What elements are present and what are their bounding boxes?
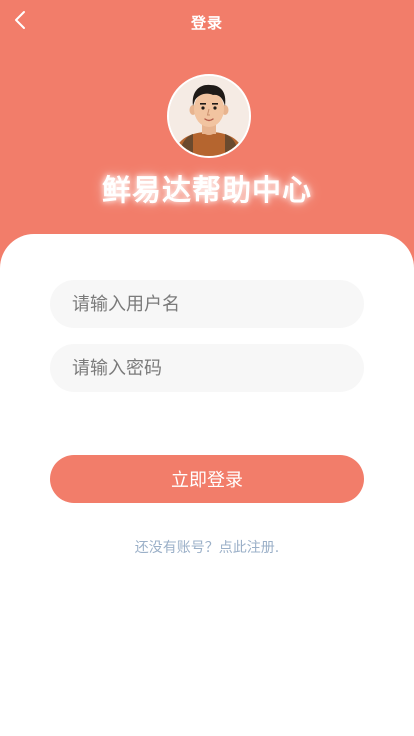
password-input[interactable] xyxy=(50,344,364,392)
login-page: 登录 鲜易达帮助中心 请输入用户名 立即登录 还没有账号？点此注册. xyxy=(0,0,414,736)
user-avatar-icon xyxy=(169,76,249,156)
username-input[interactable] xyxy=(50,280,364,328)
nav-bar: 登录 xyxy=(0,0,414,44)
login-button[interactable]: 立即登录 xyxy=(50,455,364,503)
brand-title: 鲜易达帮助中心 xyxy=(101,173,312,207)
page-title: 登录 xyxy=(190,14,223,32)
register-link[interactable]: 还没有账号？点此注册. xyxy=(0,537,414,557)
login-form-card: 立即登录 还没有账号？点此注册. xyxy=(0,234,414,736)
avatar xyxy=(167,74,251,158)
